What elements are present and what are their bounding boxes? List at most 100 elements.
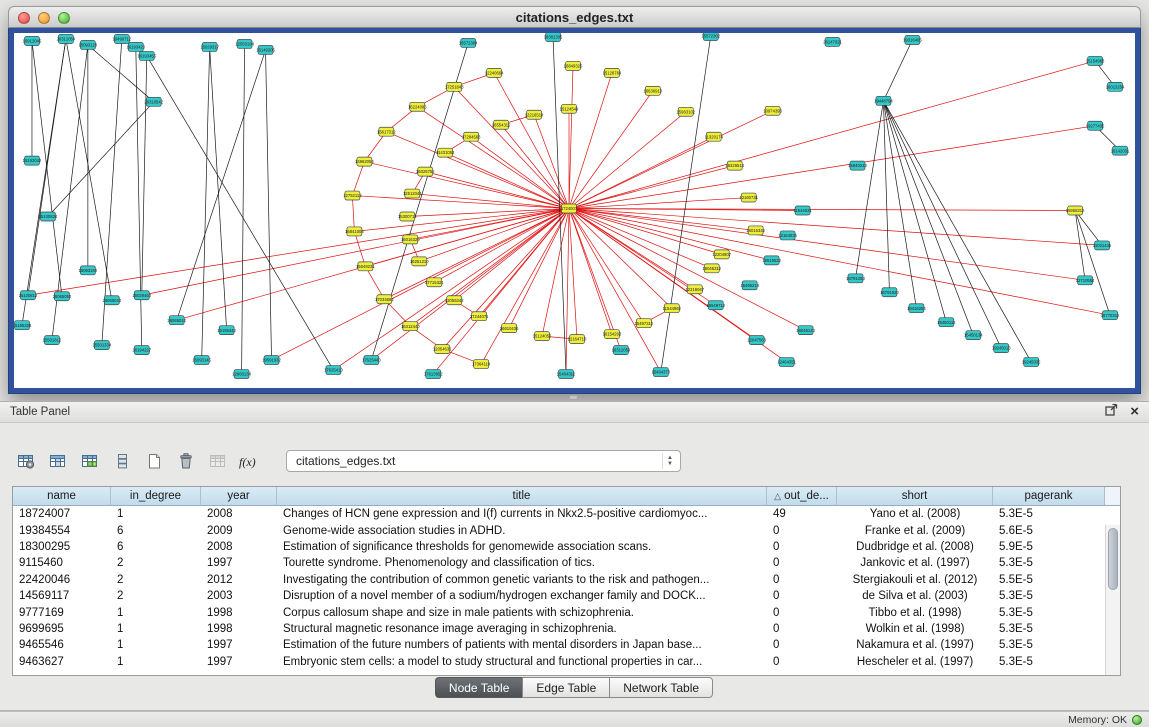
table-cell[interactable]: 6 bbox=[111, 522, 201, 538]
table-cell[interactable]: Nakamura et al. (1997) bbox=[837, 637, 993, 653]
graph-node[interactable]: 15549712 bbox=[706, 301, 725, 310]
table-cell[interactable]: 1997 bbox=[201, 654, 277, 670]
graph-node[interactable]: 15464370 bbox=[652, 368, 671, 377]
table-cell[interactable]: 5.6E-5 bbox=[993, 522, 1105, 538]
graph-node[interactable]: 18381305 bbox=[544, 33, 563, 41]
table-cell[interactable]: 9463627 bbox=[13, 654, 111, 670]
table-settings-icon[interactable] bbox=[12, 448, 40, 474]
graph-node[interactable]: 19316405 bbox=[903, 35, 922, 44]
graph-node[interactable]: 15029463 bbox=[132, 291, 151, 300]
graph-node[interactable]: 16636910 bbox=[644, 86, 663, 95]
table-cell[interactable]: 19384554 bbox=[13, 522, 111, 538]
table-cell[interactable]: 5.9E-5 bbox=[993, 539, 1105, 555]
table-cell[interactable]: 2 bbox=[111, 588, 201, 604]
graph-node[interactable]: 12054631 bbox=[433, 345, 452, 354]
graph-node[interactable]: 12055342 bbox=[445, 296, 464, 305]
table-cell[interactable]: 18724007 bbox=[13, 506, 111, 522]
graph-node[interactable]: 15093160 bbox=[79, 266, 98, 275]
graph-node[interactable]: 19591932 bbox=[262, 356, 281, 365]
column-header-out_de[interactable]: △out_de... bbox=[767, 487, 837, 505]
graph-node[interactable]: 12550194 bbox=[235, 39, 254, 48]
graph-node[interactable]: 19519532 bbox=[762, 256, 781, 265]
delete-table-icon[interactable] bbox=[172, 448, 200, 474]
graph-node[interactable]: 16142031 bbox=[1111, 146, 1130, 155]
graph-node[interactable]: 16193420 bbox=[126, 42, 145, 51]
graph-node[interactable]: 15640213 bbox=[848, 161, 867, 170]
graph-node[interactable]: 15963102 bbox=[676, 107, 695, 116]
graph-node[interactable]: 15450134 bbox=[964, 331, 983, 340]
table-cell[interactable]: 5.3E-5 bbox=[993, 555, 1105, 571]
table-cell[interactable]: 1 bbox=[111, 506, 201, 522]
table-cell[interactable]: 5.3E-5 bbox=[993, 506, 1105, 522]
table-cell[interactable]: Investigating the contribution of common… bbox=[277, 572, 767, 588]
table-cell[interactable]: 6 bbox=[111, 539, 201, 555]
table-cell[interactable]: Genome-wide association studies in ADHD. bbox=[277, 522, 767, 538]
graph-node[interactable]: 16326514 bbox=[725, 161, 744, 170]
graph-node[interactable]: 12960134 bbox=[232, 370, 251, 379]
table-row[interactable]: 969969511998Structural magnetic resonanc… bbox=[13, 621, 1120, 637]
graph-node[interactable]: 17034662 bbox=[375, 295, 394, 304]
graph-node[interactable]: 17625440 bbox=[362, 356, 381, 365]
panel-splitter-handle[interactable] bbox=[569, 395, 578, 400]
graph-node[interactable]: 15501334 bbox=[93, 341, 112, 350]
graph-node[interactable]: 11320174 bbox=[705, 132, 724, 141]
table-row[interactable]: 1830029562008Estimation of significance … bbox=[13, 539, 1120, 555]
table-cell[interactable]: 0 bbox=[767, 522, 837, 538]
table-cell[interactable]: Tourette syndrome. Phenomenology and cla… bbox=[277, 555, 767, 571]
graph-node[interactable]: 15195328 bbox=[14, 321, 32, 330]
graph-node[interactable]: 17364114 bbox=[472, 360, 491, 369]
table-cell[interactable]: 0 bbox=[767, 588, 837, 604]
table-cell[interactable]: 5.3E-5 bbox=[993, 604, 1105, 620]
table-columns-icon[interactable] bbox=[44, 448, 72, 474]
graph-node[interactable]: 16046120 bbox=[796, 326, 815, 335]
table-cell[interactable]: 0 bbox=[767, 539, 837, 555]
graph-node[interactable]: 15572302 bbox=[701, 33, 720, 40]
graph-node[interactable]: 15501812 bbox=[43, 336, 62, 345]
column-header-pagerank[interactable]: pagerank bbox=[993, 487, 1105, 505]
graph-node[interactable]: 15958312 bbox=[1066, 206, 1085, 215]
graph-node[interactable]: 19245032 bbox=[1022, 358, 1041, 367]
column-header-title[interactable]: title bbox=[277, 487, 767, 505]
table-cell[interactable]: Wolkin et al. (1998) bbox=[837, 621, 993, 637]
graph-node[interactable]: 17244071 bbox=[470, 312, 489, 321]
table-cell[interactable]: Embryonic stem cells: a model to study s… bbox=[277, 654, 767, 670]
table-cell[interactable]: 1998 bbox=[201, 604, 277, 620]
table-cell[interactable]: 1997 bbox=[201, 555, 277, 571]
graph-node[interactable]: 16149205 bbox=[256, 45, 275, 54]
graph-node[interactable]: 15124052 bbox=[533, 332, 552, 341]
table-cell[interactable]: 22420046 bbox=[13, 572, 111, 588]
tab-edge-table[interactable]: Edge Table bbox=[522, 677, 610, 698]
table-cell[interactable]: 0 bbox=[767, 555, 837, 571]
table-row[interactable]: 946554611997Estimation of the future num… bbox=[13, 637, 1120, 653]
graph-node[interactable]: 19572304 bbox=[459, 38, 478, 47]
table-cell[interactable]: 5.3E-5 bbox=[993, 654, 1105, 670]
graph-node[interactable]: 16026752 bbox=[416, 167, 435, 176]
graph-node[interactable]: 15029317 bbox=[200, 42, 219, 51]
graph-node[interactable]: 12047563 bbox=[747, 336, 766, 345]
table-cell[interactable]: Stergiakouli et al. (2012) bbox=[837, 572, 993, 588]
table-cell[interactable]: 5.3E-5 bbox=[993, 637, 1105, 653]
table-cell[interactable]: Hescheler et al. (1997) bbox=[837, 654, 993, 670]
table-cell[interactable]: 2012 bbox=[201, 572, 277, 588]
table-cell[interactable]: 2 bbox=[111, 572, 201, 588]
import-table-icon[interactable] bbox=[204, 448, 232, 474]
graph-node[interactable]: 12216514 bbox=[525, 110, 544, 119]
graph-node[interactable]: 16554312 bbox=[492, 120, 511, 129]
graph-node[interactable]: 12164710 bbox=[568, 335, 587, 344]
edit-table-icon[interactable] bbox=[76, 448, 104, 474]
table-cell[interactable]: Estimation of significance thresholds fo… bbox=[277, 539, 767, 555]
new-document-icon[interactable] bbox=[140, 448, 168, 474]
table-scrollbar[interactable] bbox=[1105, 525, 1120, 675]
table-cell[interactable]: 1998 bbox=[201, 621, 277, 637]
network-canvas[interactable]: 1724007151245491221651416554312172845631… bbox=[14, 33, 1135, 388]
column-header-name[interactable]: name bbox=[13, 487, 111, 505]
table-source-dropdown[interactable]: citations_edges.txt ▲▼ bbox=[286, 450, 681, 472]
graph-node[interactable]: 15193042 bbox=[23, 156, 42, 165]
graph-node[interactable]: 12240664 bbox=[485, 68, 504, 77]
graph-node[interactable]: 16224085 bbox=[408, 102, 427, 111]
table-cell[interactable]: 18300295 bbox=[13, 539, 111, 555]
graph-node[interactable]: 26065012 bbox=[167, 316, 186, 325]
table-row[interactable]: 1456911722003Disruption of a novel membe… bbox=[13, 588, 1120, 604]
graph-node[interactable]: 16154203 bbox=[603, 330, 622, 339]
table-cell[interactable]: Franke et al. (2009) bbox=[837, 522, 993, 538]
